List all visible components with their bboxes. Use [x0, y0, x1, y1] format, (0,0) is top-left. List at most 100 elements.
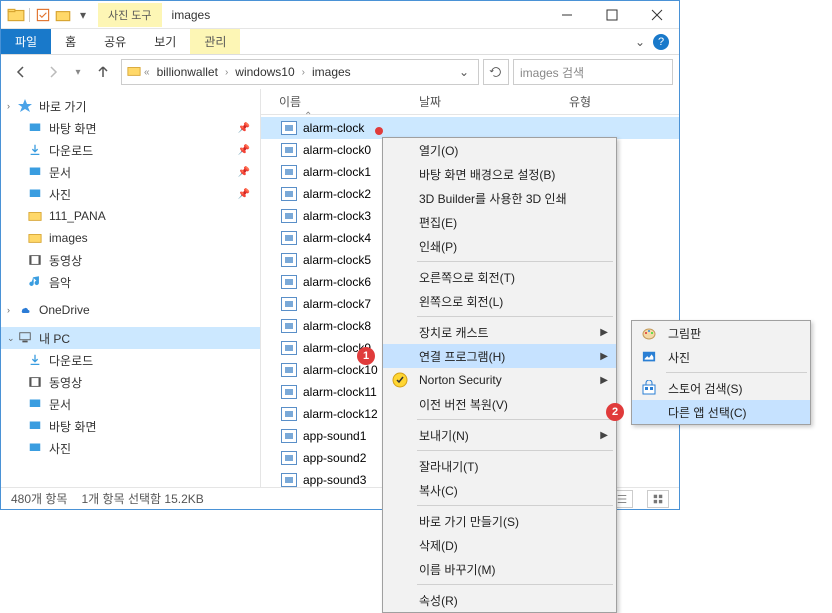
sidebar-item[interactable]: 음악 [1, 271, 260, 293]
breadcrumb[interactable]: « billionwallet › windows10 › images ⌄ [121, 59, 479, 85]
menu-item[interactable]: 그림판 [632, 321, 810, 345]
column-type[interactable]: 유형 [561, 93, 641, 110]
back-button[interactable] [7, 58, 35, 86]
menu-item[interactable]: 잘라내기(T) [383, 454, 616, 478]
refresh-button[interactable] [483, 59, 509, 85]
close-button[interactable] [634, 1, 679, 29]
menu-item[interactable]: 사진 [632, 345, 810, 369]
item-icon [27, 252, 43, 268]
sidebar-item[interactable]: 다운로드 [1, 349, 260, 371]
menu-item[interactable]: 편집(E) [383, 210, 616, 234]
qat-properties-icon[interactable] [34, 6, 52, 24]
menu-separator [417, 450, 613, 451]
address-dropdown-icon[interactable]: ⌄ [454, 65, 474, 79]
pin-icon: 📌 [238, 167, 250, 178]
image-file-icon [281, 253, 297, 267]
menu-item[interactable]: 이전 버전 복원(V) [383, 392, 616, 416]
sidebar-item[interactable]: 동영상 [1, 371, 260, 393]
image-file-icon [281, 341, 297, 355]
tab-file[interactable]: 파일 [1, 29, 51, 54]
sidebar-item[interactable]: 문서 [1, 393, 260, 415]
help-icon[interactable]: ? [653, 34, 669, 50]
sidebar-item[interactable]: 사진📌 [1, 183, 260, 205]
annotation-badge: 1 [357, 347, 375, 365]
image-file-icon [281, 407, 297, 421]
maximize-button[interactable] [589, 1, 634, 29]
item-icon [27, 440, 43, 456]
up-button[interactable] [89, 58, 117, 86]
sidebar-this-pc[interactable]: ⌄내 PC [1, 327, 260, 349]
menu-item[interactable]: 장치로 캐스트▶ [383, 320, 616, 344]
annotation-dot [375, 127, 383, 135]
image-file-icon [281, 143, 297, 157]
menu-item[interactable]: 1연결 프로그램(H)▶ [383, 344, 616, 368]
menu-item[interactable]: 이름 바꾸기(M) [383, 557, 616, 581]
tab-manage[interactable]: 관리 [190, 29, 240, 54]
tab-share[interactable]: 공유 [90, 29, 140, 54]
ribbon-expand-icon[interactable]: ⌄ [635, 35, 645, 49]
tab-home[interactable]: 홈 [51, 29, 90, 54]
folder-icon [126, 64, 142, 81]
chevron-right-icon[interactable]: « [142, 67, 152, 78]
menu-item[interactable]: 3D Builder를 사용한 3D 인쇄 [383, 186, 616, 210]
annotation-badge: 2 [606, 403, 624, 421]
menu-item[interactable]: 왼쪽으로 회전(L) [383, 289, 616, 313]
paint-icon [640, 324, 658, 342]
sidebar-item[interactable]: 바탕 화면📌 [1, 117, 260, 139]
menu-item[interactable]: Norton Security▶ [383, 368, 616, 392]
qat-folder-icon[interactable] [54, 6, 72, 24]
image-file-icon [281, 187, 297, 201]
crumb-2[interactable]: windows10 [230, 65, 299, 79]
forward-button[interactable] [39, 58, 67, 86]
crumb-3[interactable]: images [307, 65, 356, 79]
menu-separator [417, 419, 613, 420]
menu-item[interactable]: 인쇄(P) [383, 234, 616, 258]
sidebar-quick-access[interactable]: ›바로 가기 [1, 95, 260, 117]
column-date[interactable]: 날짜 [411, 93, 561, 110]
menu-item[interactable]: 열기(O) [383, 138, 616, 162]
menu-item[interactable]: 삭제(D) [383, 533, 616, 557]
minimize-button[interactable] [544, 1, 589, 29]
sidebar-item[interactable]: 다운로드📌 [1, 139, 260, 161]
sidebar-onedrive[interactable]: ›OneDrive [1, 299, 260, 321]
sidebar-item[interactable]: 바탕 화면 [1, 415, 260, 437]
recent-dropdown[interactable]: ▾ [71, 58, 85, 86]
store-icon [640, 379, 658, 397]
image-file-icon [281, 451, 297, 465]
menu-item[interactable]: 2다른 앱 선택(C) [632, 400, 810, 424]
menu-separator [417, 261, 613, 262]
item-icon [27, 374, 43, 390]
menu-item[interactable]: 스토어 검색(S) [632, 376, 810, 400]
column-name[interactable]: 이름 [271, 93, 411, 110]
item-icon [27, 142, 43, 158]
sidebar-item[interactable]: 문서📌 [1, 161, 260, 183]
thumbnails-view-button[interactable] [647, 490, 669, 508]
context-submenu: 그림판사진스토어 검색(S)2다른 앱 선택(C) [631, 320, 811, 425]
folder-icon [7, 6, 25, 24]
menu-separator [417, 316, 613, 317]
sidebar-item[interactable]: 사진 [1, 437, 260, 459]
image-file-icon [281, 121, 297, 135]
menu-item[interactable]: 보내기(N)▶ [383, 423, 616, 447]
menu-item[interactable]: 오른쪽으로 회전(T) [383, 265, 616, 289]
sidebar-item[interactable]: 동영상 [1, 249, 260, 271]
crumb-1[interactable]: billionwallet [152, 65, 223, 79]
sidebar-item[interactable]: 111_PANA [1, 205, 260, 227]
pc-icon [17, 330, 33, 346]
menu-item[interactable]: 바탕 화면 배경으로 설정(B) [383, 162, 616, 186]
chevron-right-icon: › [300, 67, 307, 78]
sort-indicator-icon: ⌃ [304, 111, 312, 122]
search-input[interactable]: images 검색 [513, 59, 673, 85]
tab-view[interactable]: 보기 [140, 29, 190, 54]
menu-item[interactable]: 복사(C) [383, 478, 616, 502]
photos-icon [640, 348, 658, 366]
file-row[interactable]: alarm-clock [261, 117, 679, 139]
item-count: 480개 항목 [11, 490, 67, 507]
selection-info: 1개 항목 선택함 15.2KB [81, 490, 203, 507]
menu-separator [417, 505, 613, 506]
menu-item[interactable]: 속성(R) [383, 588, 616, 612]
qat-dropdown[interactable]: ▾ [74, 6, 92, 24]
sidebar-item[interactable]: images [1, 227, 260, 249]
image-file-icon [281, 473, 297, 487]
menu-item[interactable]: 바로 가기 만들기(S) [383, 509, 616, 533]
